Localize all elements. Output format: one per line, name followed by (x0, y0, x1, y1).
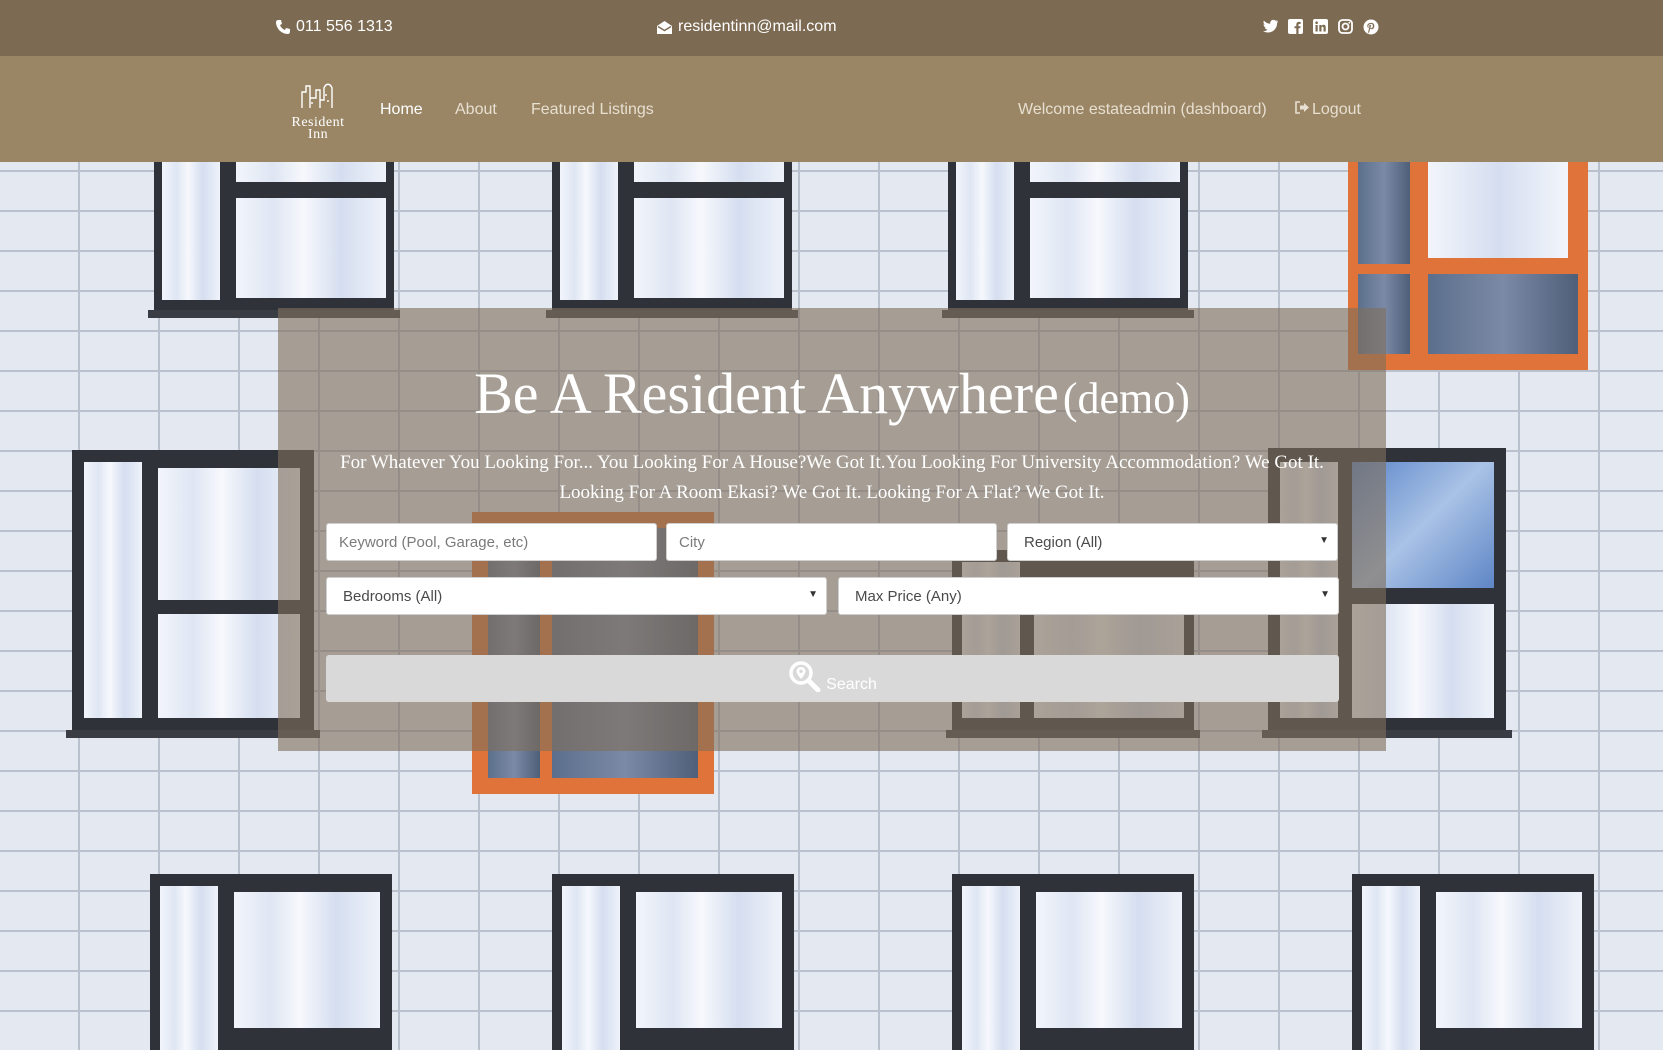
facade-window (952, 874, 1194, 1050)
twitter-icon[interactable] (1262, 18, 1279, 35)
email-address: residentinn@mail.com (678, 18, 837, 35)
top-contact-bar: 011 556 1313 residentinn@mail.com (0, 0, 1663, 56)
search-panel: Be A Resident Anywhere (demo) For Whatev… (278, 308, 1386, 751)
search-button[interactable]: Search (326, 655, 1339, 702)
hero-title-main: Be A Resident Anywhere (474, 361, 1059, 426)
max-price-select[interactable]: Max Price (Any) ▼ (838, 577, 1339, 615)
pinterest-icon[interactable] (1362, 18, 1379, 35)
caret-down-icon: ▼ (808, 589, 818, 600)
main-navbar: Resident Inn Home About Featured Listing… (0, 56, 1663, 162)
site-logo[interactable]: Resident Inn (278, 80, 358, 142)
nav-featured-listings[interactable]: Featured Listings (531, 101, 654, 119)
facade-window (150, 874, 392, 1050)
envelope-icon (656, 20, 673, 35)
bedrooms-select[interactable]: Bedrooms (All) ▼ (326, 577, 827, 615)
building-skyline-icon (301, 83, 333, 108)
nav-dashboard-welcome[interactable]: Welcome estateadmin (dashboard) (1018, 101, 1267, 119)
nav-logout[interactable]: Logout (1295, 101, 1361, 119)
social-links (1262, 18, 1379, 35)
facade-window (552, 874, 794, 1050)
facade-window (942, 162, 1194, 318)
region-select[interactable]: Region (All) ▼ (1007, 523, 1338, 561)
hero-title-demo: (demo) (1062, 374, 1190, 423)
phone-number: 011 556 1313 (296, 18, 393, 35)
nav-about[interactable]: About (455, 101, 497, 119)
phone-icon (275, 19, 291, 35)
logo-line-2: Inn (307, 127, 329, 142)
bedrooms-select-value: Bedrooms (All) (343, 587, 443, 605)
instagram-icon[interactable] (1337, 18, 1354, 35)
sign-out-icon (1295, 101, 1310, 119)
search-button-label: Search (826, 675, 877, 693)
hero-title: Be A Resident Anywhere (demo) (278, 360, 1386, 427)
logout-label: Logout (1312, 101, 1361, 118)
region-select-value: Region (All) (1024, 533, 1103, 551)
logo-wordmark: Resident Inn (278, 116, 358, 142)
facade-window (546, 162, 798, 318)
linkedin-icon[interactable] (1312, 18, 1329, 35)
facade-window (1352, 874, 1594, 1050)
max-price-select-value: Max Price (Any) (855, 587, 962, 605)
search-location-icon (788, 660, 822, 697)
facebook-icon[interactable] (1287, 18, 1304, 35)
nav-home[interactable]: Home (380, 101, 423, 119)
facade-window (148, 162, 400, 318)
city-input[interactable] (666, 523, 997, 561)
phone-contact[interactable]: 011 556 1313 (275, 18, 393, 36)
hero-subtitle: For Whatever You Looking For... You Look… (340, 452, 1324, 503)
caret-down-icon: ▼ (1319, 535, 1329, 546)
caret-down-icon: ▼ (1320, 589, 1330, 600)
keyword-input[interactable] (326, 523, 657, 561)
email-contact[interactable]: residentinn@mail.com (656, 18, 837, 36)
